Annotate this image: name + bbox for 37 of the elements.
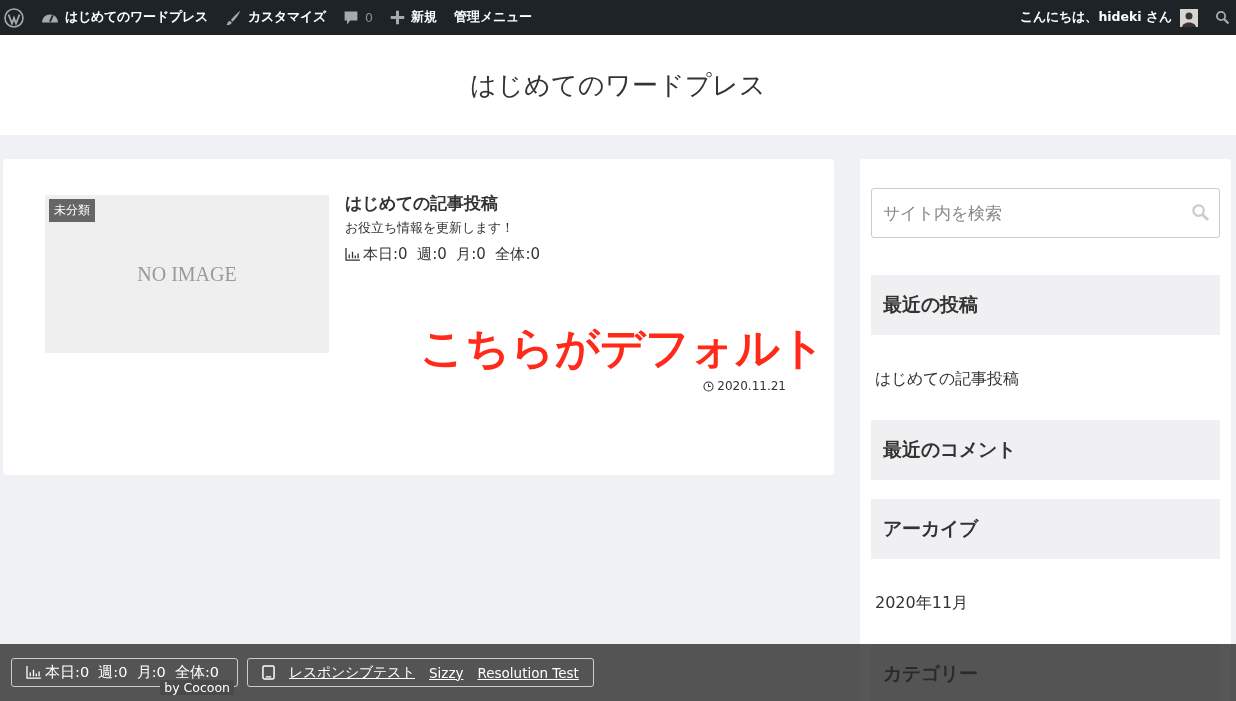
view-counts: 本日:0 週:0 月:0 全体:0 (363, 245, 540, 264)
test-link[interactable]: Resolution Test (477, 664, 579, 681)
widget-link[interactable]: はじめての記事投稿 (875, 367, 1216, 391)
avatar-icon (1180, 8, 1198, 27)
test-link[interactable]: Sizzy (429, 664, 464, 681)
clock-icon (703, 380, 715, 392)
search-icon[interactable] (1215, 10, 1230, 25)
widget-link[interactable]: 2020年11月 (875, 591, 1216, 615)
thumbnail-placeholder[interactable]: 未分類 NO IMAGE (45, 195, 329, 353)
tablet-icon (262, 665, 275, 680)
bar-chart-icon (345, 248, 360, 261)
no-image-text: NO IMAGE (137, 262, 237, 286)
comments-link[interactable]: 0 (343, 9, 373, 26)
admin-bar-link[interactable]: カスタマイズ (225, 9, 326, 26)
post-snippet: お役立ち情報を更新します！ (345, 219, 514, 237)
widget-heading: 最近の投稿 (871, 275, 1220, 335)
widget-heading: 最近のコメント (871, 420, 1220, 480)
admin-bar-link[interactable]: はじめてのワードプレス (41, 8, 208, 27)
greeting-link[interactable]: こんにちは、hideki さん (1020, 8, 1198, 27)
search-field[interactable]: サイト内を検索 (871, 188, 1220, 238)
post-title[interactable]: はじめての記事投稿 (345, 192, 498, 215)
admin-bar-link[interactable]: 新規 (389, 9, 437, 26)
annotation-text: こちらがデフォルト (420, 321, 825, 375)
view-counts: 本日:0 週:0 月:0 全体:0 (45, 663, 220, 682)
search-icon (1191, 203, 1210, 222)
credit-text: by Cocoon (160, 680, 234, 695)
category-label: 未分類 (49, 199, 95, 222)
widget-heading: アーカイブ (871, 499, 1220, 559)
admin-bar-link[interactable]: 管理メニュー (453, 9, 532, 26)
bar-chart-icon (26, 666, 41, 679)
post-date: 2020.11.21 (717, 379, 786, 393)
test-link[interactable]: レスポンシブテスト (289, 663, 415, 682)
site-title[interactable]: はじめてのワードプレス (470, 67, 766, 103)
speech-bubble-icon (343, 9, 359, 26)
plus-icon (389, 10, 405, 25)
wordpress-logo-icon[interactable] (4, 7, 24, 28)
brush-icon (225, 9, 242, 26)
